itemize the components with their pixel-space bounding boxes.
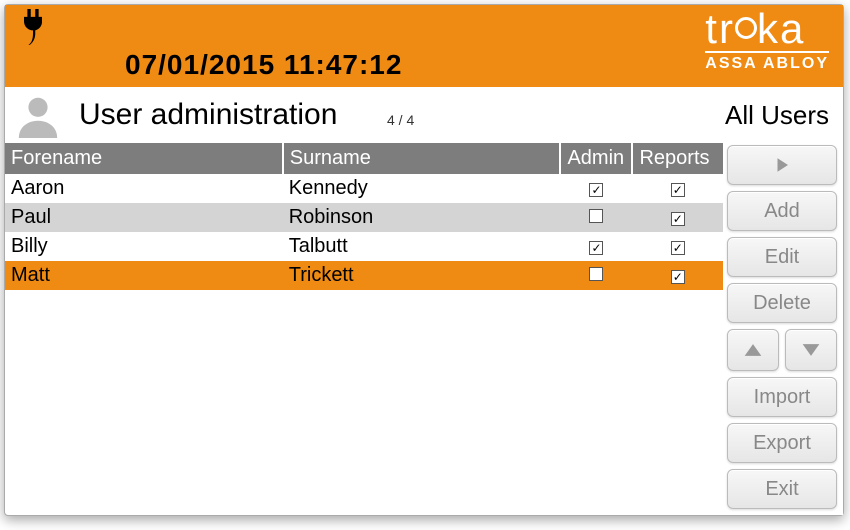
cell-reports <box>632 232 723 261</box>
arrow-up-icon <box>743 340 763 360</box>
exit-button[interactable]: Exit <box>727 469 837 509</box>
brand-top: trka <box>705 9 829 49</box>
export-button[interactable]: Export <box>727 423 837 463</box>
cell-admin <box>560 174 632 203</box>
cell-forename: Billy <box>5 232 283 261</box>
cell-admin <box>560 232 632 261</box>
users-table: Forename Surname Admin Reports AaronKenn… <box>5 143 723 290</box>
move-down-button[interactable] <box>785 329 837 371</box>
reports-checkbox[interactable] <box>671 212 685 226</box>
import-button[interactable]: Import <box>727 377 837 417</box>
table-row[interactable]: MattTrickett <box>5 261 723 290</box>
cell-forename: Aaron <box>5 174 283 203</box>
play-icon <box>773 156 791 174</box>
add-button[interactable]: Add <box>727 191 837 231</box>
table-row[interactable]: AaronKennedy <box>5 174 723 203</box>
table-body: AaronKennedyPaulRobinsonBillyTalbuttMatt… <box>5 174 723 290</box>
brand-bottom: ASSA ABLOY <box>705 51 829 73</box>
arrow-down-icon <box>801 340 821 360</box>
cell-surname: Robinson <box>283 203 561 232</box>
user-icon <box>15 92 61 138</box>
power-plug-icon <box>19 9 47 45</box>
header-bar: 07/01/2015 11:47:12 trka ASSA ABLOY <box>5 5 843 87</box>
record-counter: 4 / 4 <box>387 102 547 128</box>
table-row[interactable]: BillyTalbutt <box>5 232 723 261</box>
admin-checkbox[interactable] <box>589 241 603 255</box>
page-title: User administration <box>79 98 369 132</box>
sidebar: Add Edit Delete Import Export Exit <box>723 143 843 515</box>
table-row[interactable]: PaulRobinson <box>5 203 723 232</box>
col-surname[interactable]: Surname <box>283 143 561 174</box>
reports-checkbox[interactable] <box>671 241 685 255</box>
main-panel: Forename Surname Admin Reports AaronKenn… <box>5 143 723 515</box>
brand-logo: trka ASSA ABLOY <box>705 9 829 73</box>
admin-checkbox[interactable] <box>589 209 603 223</box>
delete-button[interactable]: Delete <box>727 283 837 323</box>
title-row: User administration 4 / 4 All Users <box>5 87 843 143</box>
cell-surname: Trickett <box>283 261 561 290</box>
admin-checkbox[interactable] <box>589 183 603 197</box>
edit-button[interactable]: Edit <box>727 237 837 277</box>
col-reports[interactable]: Reports <box>632 143 723 174</box>
app-window: 07/01/2015 11:47:12 trka ASSA ABLOY User… <box>4 4 844 516</box>
content-area: Forename Surname Admin Reports AaronKenn… <box>5 143 843 515</box>
cell-admin <box>560 203 632 232</box>
col-forename[interactable]: Forename <box>5 143 283 174</box>
cell-surname: Kennedy <box>283 174 561 203</box>
cell-reports <box>632 261 723 290</box>
move-up-button[interactable] <box>727 329 779 371</box>
admin-checkbox[interactable] <box>589 267 603 281</box>
datetime: 07/01/2015 11:47:12 <box>125 49 402 81</box>
cell-admin <box>560 261 632 290</box>
col-admin[interactable]: Admin <box>560 143 632 174</box>
cell-reports <box>632 203 723 232</box>
cell-forename: Paul <box>5 203 283 232</box>
cell-reports <box>632 174 723 203</box>
filter-label: All Users <box>565 100 843 131</box>
cell-surname: Talbutt <box>283 232 561 261</box>
reports-checkbox[interactable] <box>671 270 685 284</box>
cell-forename: Matt <box>5 261 283 290</box>
next-page-button[interactable] <box>727 145 837 185</box>
table-header-row: Forename Surname Admin Reports <box>5 143 723 174</box>
reports-checkbox[interactable] <box>671 183 685 197</box>
